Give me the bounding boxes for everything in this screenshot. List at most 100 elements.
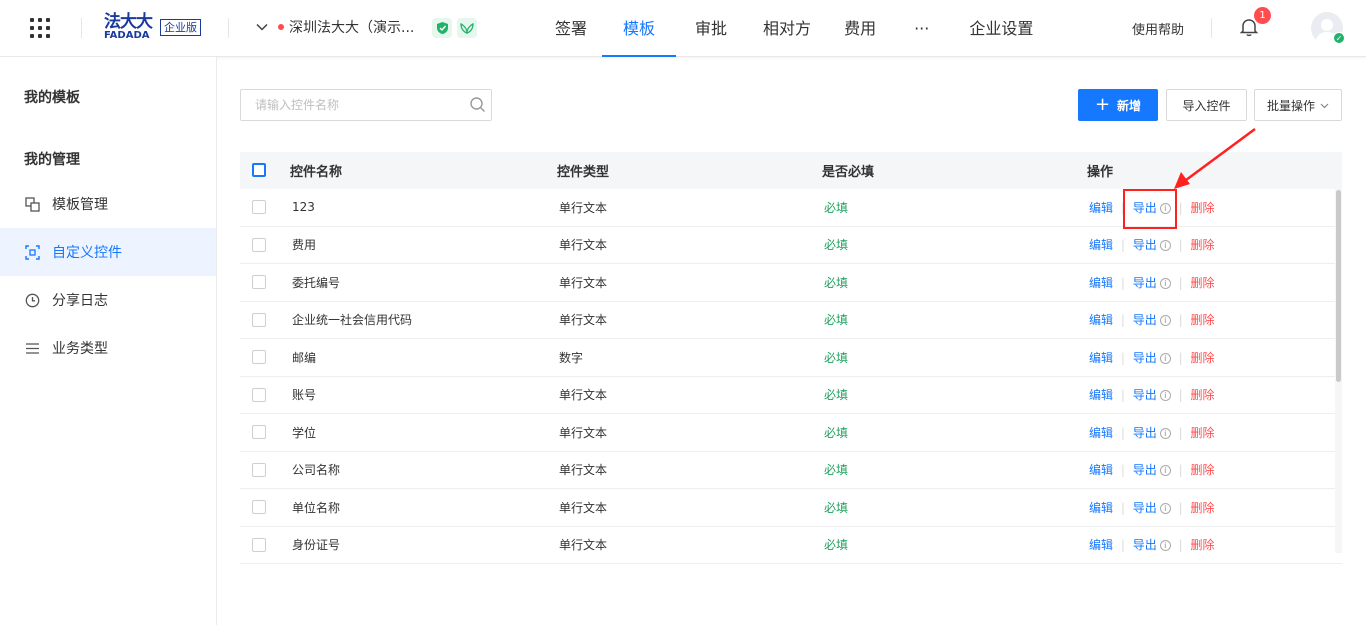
sidebar-section-my-management: 我的管理 — [24, 152, 80, 168]
action-separator: | — [1178, 238, 1183, 253]
control-name: 邮编 — [292, 350, 317, 365]
nav-more-menu[interactable]: ··· — [892, 0, 951, 57]
row-checkbox[interactable] — [252, 275, 266, 290]
edit-link[interactable]: 编辑 — [1089, 201, 1113, 215]
required-status: 必填 — [824, 463, 849, 478]
control-type: 单行文本 — [559, 275, 608, 290]
row-checkbox[interactable] — [252, 350, 266, 365]
scrollbar-thumb[interactable] — [1336, 190, 1341, 382]
sidebar-item-template-management[interactable]: 模板管理 — [0, 180, 216, 228]
chevron-down-icon — [256, 20, 268, 34]
info-icon[interactable]: i — [1159, 427, 1171, 439]
nav-tab-approval[interactable]: 审批 — [676, 0, 746, 57]
info-icon[interactable]: i — [1159, 315, 1171, 327]
export-link[interactable]: 导出 — [1133, 538, 1157, 552]
control-name: 公司名称 — [292, 463, 341, 478]
action-separator: | — [1120, 238, 1125, 253]
nav-tab-counterparty[interactable]: 相对方 — [746, 0, 828, 57]
action-separator: | — [1120, 425, 1125, 440]
action-separator: | — [1120, 500, 1125, 515]
action-separator: | — [1178, 538, 1183, 553]
delete-link[interactable]: 删除 — [1190, 313, 1214, 327]
sidebar: 我的模板 我的管理 模板管理 自定义控件 分享日志 业务类型 — [0, 57, 217, 625]
edit-link[interactable]: 编辑 — [1089, 276, 1113, 290]
row-checkbox[interactable] — [252, 200, 266, 215]
apps-grid-icon[interactable] — [30, 18, 50, 38]
search-icon[interactable] — [469, 96, 487, 118]
row-checkbox[interactable] — [252, 537, 266, 552]
control-name: 企业统一社会信用代码 — [292, 313, 413, 328]
nav-tab-enterprise-settings[interactable]: 企业设置 — [951, 0, 1051, 57]
row-checkbox[interactable] — [252, 462, 266, 477]
edit-link[interactable]: 编辑 — [1089, 388, 1113, 402]
company-switcher[interactable]: 深圳法大大（演示... — [256, 17, 414, 37]
delete-link[interactable]: 删除 — [1190, 501, 1214, 515]
notification-count-badge: 1 — [1254, 7, 1271, 24]
delete-link[interactable]: 删除 — [1190, 388, 1214, 402]
info-icon[interactable]: i — [1159, 502, 1171, 514]
export-link[interactable]: 导出 — [1133, 501, 1157, 515]
delete-link[interactable]: 删除 — [1190, 426, 1214, 440]
required-status: 必填 — [824, 538, 849, 553]
nav-tab-template[interactable]: 模板 — [602, 0, 677, 57]
edit-link[interactable]: 编辑 — [1089, 538, 1113, 552]
nav-tab-fees[interactable]: 费用 — [828, 0, 892, 57]
row-checkbox[interactable] — [252, 312, 266, 327]
edit-link[interactable]: 编辑 — [1089, 501, 1113, 515]
delete-link[interactable]: 删除 — [1190, 276, 1214, 290]
control-type: 单行文本 — [559, 313, 608, 328]
batch-operations-dropdown[interactable]: 批量操作 — [1254, 89, 1342, 121]
delete-link[interactable]: 删除 — [1190, 463, 1214, 477]
edit-link[interactable]: 编辑 — [1089, 313, 1113, 327]
status-dot — [278, 24, 284, 30]
export-link[interactable]: 导出 — [1133, 276, 1157, 290]
notification-bell-icon[interactable]: 1 — [1238, 7, 1271, 40]
export-link[interactable]: 导出 — [1133, 426, 1157, 440]
leaf-icon[interactable] — [457, 18, 477, 38]
info-icon[interactable]: i — [1159, 352, 1171, 364]
logo[interactable]: 法大大 FADADA — [104, 14, 153, 41]
edit-link[interactable]: 编辑 — [1089, 463, 1113, 477]
edit-link[interactable]: 编辑 — [1089, 426, 1113, 440]
info-icon[interactable]: i — [1159, 540, 1171, 552]
control-name: 123 — [292, 200, 315, 215]
table-row: 身份证号 单行文本 必填 编辑 | 导出 i | 删除 — [240, 527, 1342, 564]
delete-link[interactable]: 删除 — [1190, 538, 1214, 552]
plus-icon: + — [1094, 94, 1111, 115]
sidebar-item-custom-controls[interactable]: 自定义控件 — [0, 228, 216, 276]
search-input[interactable] — [255, 90, 455, 120]
control-name: 身份证号 — [292, 538, 341, 553]
add-control-button[interactable]: + 新增 — [1078, 89, 1158, 121]
delete-link[interactable]: 删除 — [1190, 351, 1214, 365]
info-icon[interactable]: i — [1159, 465, 1171, 477]
sidebar-item-business-type[interactable]: 业务类型 — [0, 324, 216, 372]
delete-link[interactable]: 删除 — [1190, 238, 1214, 252]
row-checkbox[interactable] — [252, 500, 266, 515]
export-link[interactable]: 导出 — [1133, 238, 1157, 252]
table-row: 公司名称 单行文本 必填 编辑 | 导出 i | 删除 — [240, 452, 1342, 489]
row-checkbox[interactable] — [252, 387, 266, 402]
export-link[interactable]: 导出 — [1133, 351, 1157, 365]
help-link[interactable]: 使用帮助 — [1132, 19, 1184, 38]
shield-check-icon[interactable] — [432, 18, 452, 38]
sidebar-item-share-log[interactable]: 分享日志 — [0, 276, 216, 324]
export-link[interactable]: 导出 — [1133, 313, 1157, 327]
template-icon — [24, 196, 40, 212]
info-icon[interactable]: i — [1159, 277, 1171, 289]
info-icon[interactable]: i — [1159, 240, 1171, 252]
nav-tab-sign[interactable]: 签署 — [540, 0, 602, 57]
edit-link[interactable]: 编辑 — [1089, 238, 1113, 252]
sidebar-section-my-templates[interactable]: 我的模板 — [24, 87, 80, 107]
select-all-checkbox[interactable] — [252, 163, 266, 177]
row-checkbox[interactable] — [252, 237, 266, 252]
sidebar-item-label: 分享日志 — [52, 293, 108, 309]
delete-link[interactable]: 删除 — [1190, 201, 1214, 215]
action-separator: | — [1178, 200, 1183, 215]
info-icon[interactable]: i — [1159, 390, 1171, 402]
row-checkbox[interactable] — [252, 425, 266, 440]
export-link[interactable]: 导出 — [1133, 463, 1157, 477]
import-controls-button[interactable]: 导入控件 — [1166, 89, 1247, 121]
edit-link[interactable]: 编辑 — [1089, 351, 1113, 365]
custom-control-icon — [24, 244, 40, 260]
export-link[interactable]: 导出 — [1133, 388, 1157, 402]
